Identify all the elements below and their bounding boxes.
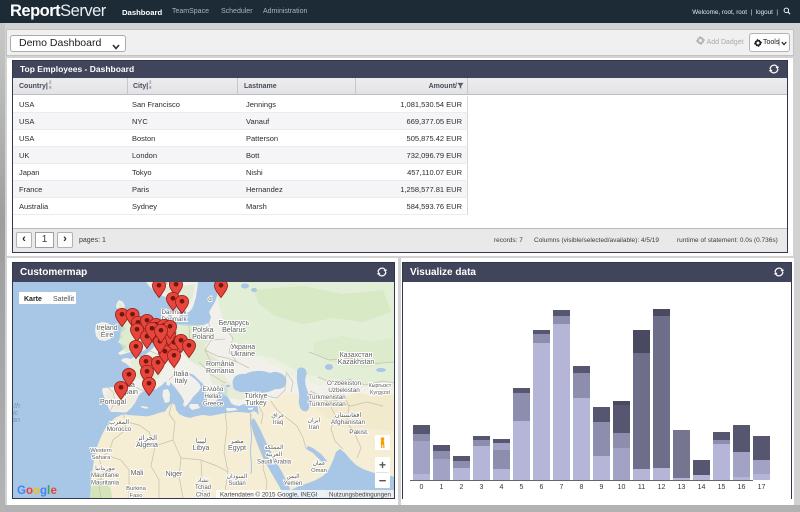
svg-text:المغرب: المغرب <box>109 419 129 426</box>
svg-text:Portugal: Portugal <box>100 399 127 406</box>
svg-text:Mali: Mali <box>131 470 144 477</box>
svg-text:d: d <box>208 296 212 303</box>
svg-text:Украіна: Украіна <box>231 343 255 351</box>
svg-text:a: a <box>149 85 152 89</box>
svg-text:Saudi Arabia: Saudi Arabia <box>257 459 292 465</box>
svg-text:5: 5 <box>520 484 524 491</box>
svg-text:17: 17 <box>758 484 766 491</box>
svg-text:9: 9 <box>600 484 604 491</box>
svg-text:3: 3 <box>480 484 484 491</box>
svg-text:اليمن: اليمن <box>286 473 300 480</box>
svg-text:الجزائر: الجزائر <box>136 434 157 442</box>
svg-text:a: a <box>49 85 52 89</box>
svg-text:Ελλάδα: Ελλάδα <box>203 386 224 393</box>
svg-text:Turkey: Turkey <box>245 400 267 407</box>
svg-text:Kazakhstan: Kazakhstan <box>338 359 375 366</box>
svg-text:2: 2 <box>460 484 464 491</box>
svg-text:Libya: Libya <box>193 445 210 452</box>
svg-text:Oʺzbekiston: Oʺzbekiston <box>327 379 362 387</box>
svg-text:Burkina: Burkina <box>126 486 146 492</box>
svg-text:G: G <box>17 485 26 497</box>
svg-text:11: 11 <box>638 484 645 491</box>
svg-text:6: 6 <box>540 484 544 491</box>
svg-text:Western: Western <box>90 448 111 454</box>
svg-text:Italia: Italia <box>174 371 189 378</box>
svg-text:Oman: Oman <box>311 468 327 474</box>
svg-text:عمان: عمان <box>313 460 326 467</box>
svg-text:المملكة: المملكة <box>265 444 284 451</box>
svg-text:Yemen: Yemen <box>284 481 302 487</box>
svg-text:e: e <box>51 485 57 497</box>
svg-text:Afghanistan: Afghanistan <box>331 419 366 426</box>
svg-text:14: 14 <box>698 484 706 491</box>
svg-text:g: g <box>40 485 47 497</box>
svg-text:Satellit: Satellit <box>53 296 74 303</box>
svg-text:Pakist.: Pakist. <box>349 429 369 436</box>
svg-text:Hellas: Hellas <box>204 393 221 400</box>
svg-text:Türkmenistan: Türkmenistan <box>308 401 346 408</box>
svg-text:16: 16 <box>738 484 746 491</box>
svg-text:o: o <box>26 485 33 497</box>
svg-text:Tchad: Tchad <box>195 485 211 491</box>
svg-text:Iraq: Iraq <box>273 420 283 426</box>
svg-text:تشاد: تشاد <box>197 477 209 484</box>
svg-text:Belarus: Belarus <box>222 327 246 334</box>
svg-text:Mauritania: Mauritania <box>91 480 120 486</box>
svg-text:Kartendaten © 2015 Google, INE: Kartendaten © 2015 Google, INEGI <box>220 492 318 499</box>
svg-text:عراق: عراق <box>271 412 284 419</box>
svg-text:Niger: Niger <box>166 471 183 478</box>
svg-text:Кыргызст: Кыргызст <box>369 383 392 389</box>
svg-text:افغانستان: افغانستان <box>335 411 362 419</box>
svg-text:Sahara: Sahara <box>92 455 111 461</box>
svg-text:Türkiye: Türkiye <box>245 393 268 400</box>
svg-text:15: 15 <box>718 484 726 491</box>
svg-text:مصر: مصر <box>229 438 244 445</box>
svg-text:o: o <box>33 485 40 497</box>
svg-text:Türkmenistan: Türkmenistan <box>308 394 346 401</box>
svg-text:Polska: Polska <box>192 327 213 334</box>
svg-text:Казахстан: Казахстан <box>340 352 373 359</box>
svg-text:Kyrgyzst: Kyrgyzst <box>370 390 390 396</box>
svg-text:Éire: Éire <box>101 330 114 339</box>
svg-text:România: România <box>206 361 234 368</box>
svg-text:Algeria: Algeria <box>136 442 158 449</box>
svg-text:8: 8 <box>580 484 584 491</box>
svg-text:12: 12 <box>658 484 666 491</box>
svg-text:Karte: Karte <box>24 296 42 303</box>
svg-text:Italy: Italy <box>175 378 188 385</box>
svg-text:+: + <box>379 458 386 472</box>
svg-text:Mauritanie: Mauritanie <box>91 473 120 479</box>
svg-text:10: 10 <box>618 484 626 491</box>
svg-text:Беларусь: Беларусь <box>219 320 250 327</box>
svg-text:an: an <box>13 415 20 424</box>
svg-text:4: 4 <box>500 484 504 491</box>
svg-text:ليبيا: ليبيا <box>196 437 207 445</box>
svg-text:Iran: Iran <box>309 425 319 431</box>
svg-text:Ireland: Ireland <box>96 325 118 332</box>
svg-text:Sudan: Sudan <box>228 481 245 487</box>
svg-text:Faso: Faso <box>130 493 143 498</box>
svg-text:Poland: Poland <box>192 334 214 341</box>
svg-text:السودان: السودان <box>227 473 248 480</box>
svg-text:Egypt: Egypt <box>228 445 246 452</box>
svg-text:ايران: ايران <box>308 417 321 424</box>
svg-text:Greece: Greece <box>203 400 224 407</box>
svg-text:Romania: Romania <box>206 368 234 375</box>
svg-text:Chad: Chad <box>196 492 210 498</box>
svg-text:13: 13 <box>678 484 686 491</box>
svg-text:1: 1 <box>440 484 444 491</box>
svg-text:Morocco: Morocco <box>107 426 132 433</box>
svg-text:0: 0 <box>420 484 424 491</box>
svg-text:موريتانيا: موريتانيا <box>95 465 115 472</box>
svg-text:7: 7 <box>560 484 564 491</box>
svg-text:−: − <box>379 473 387 488</box>
svg-text:العربية: العربية <box>266 451 283 458</box>
svg-text:Nutzungsbedingungen: Nutzungsbedingungen <box>329 492 391 499</box>
svg-text:Ukraine: Ukraine <box>231 351 255 358</box>
